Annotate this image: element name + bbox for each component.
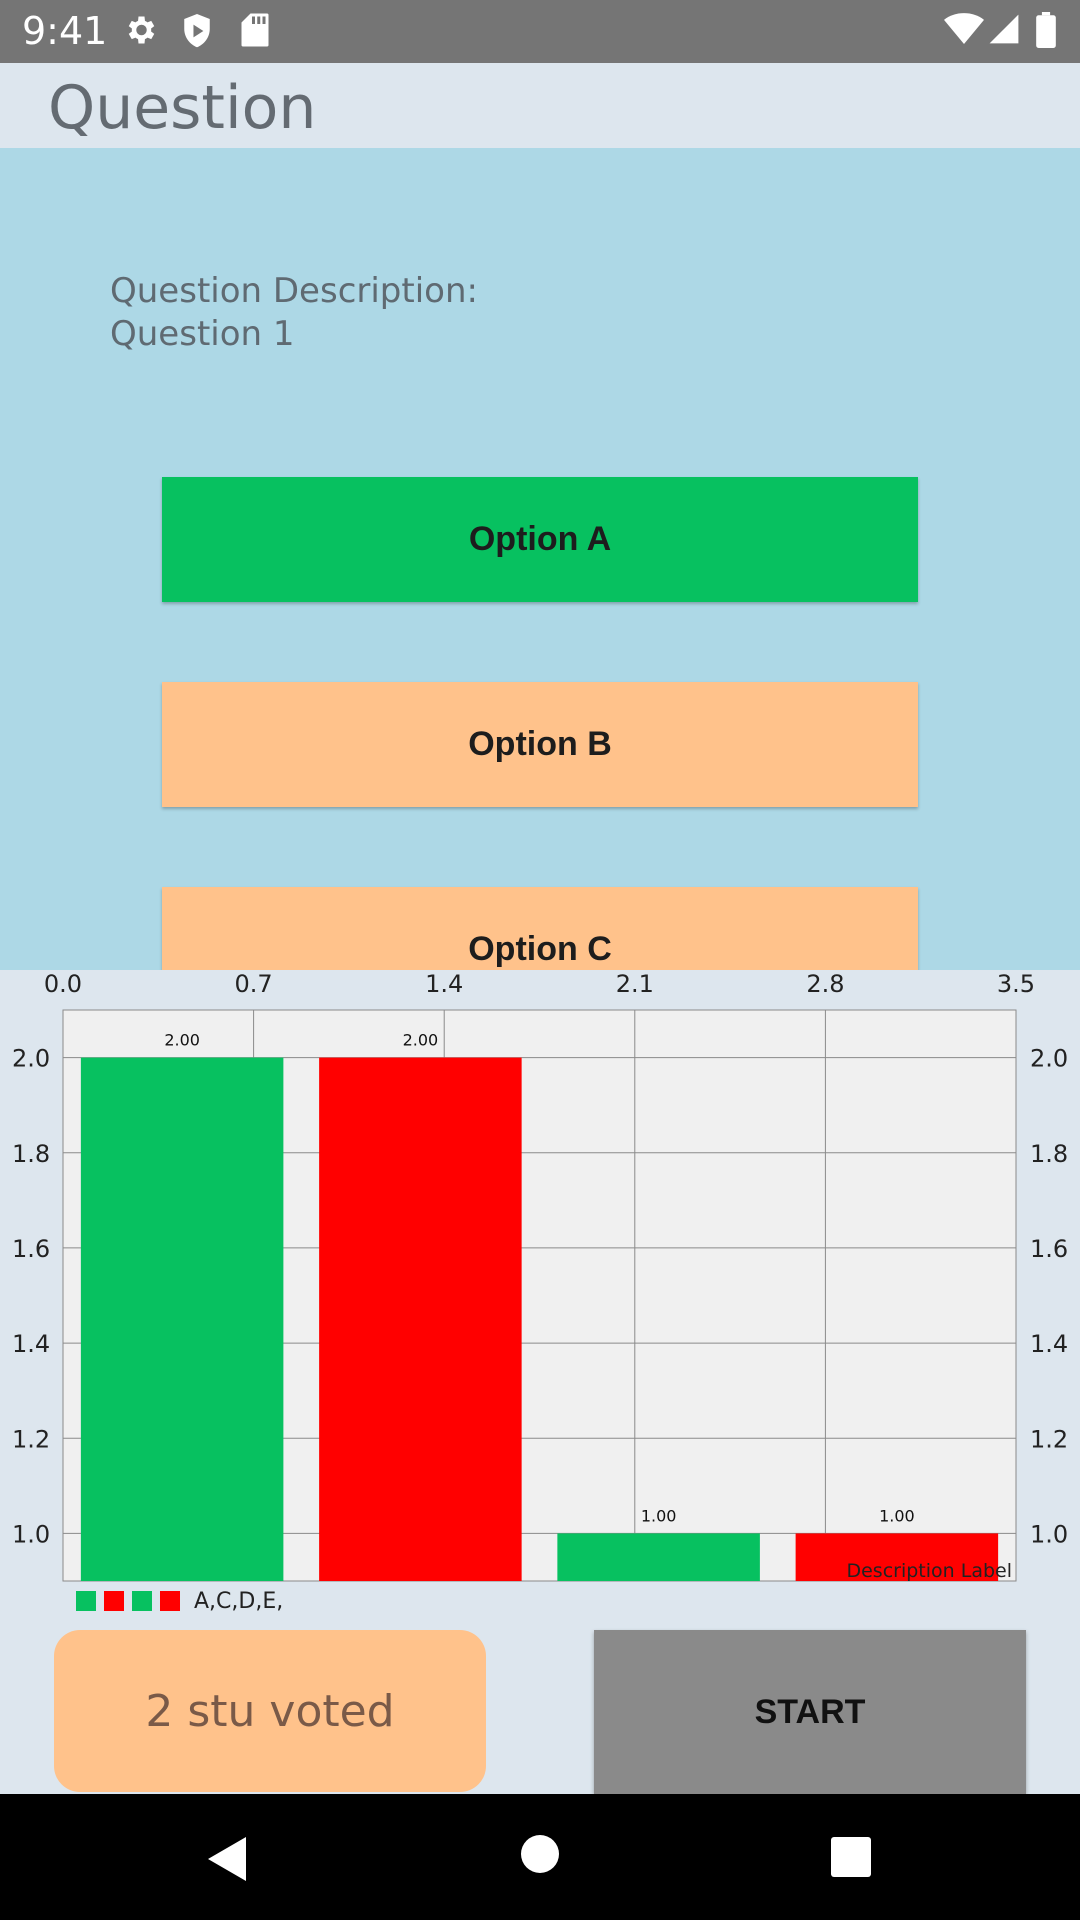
chart-x-tick-label: 0.7 <box>235 970 273 998</box>
results-bar-chart: 0.0 0.7 1.4 2.1 2.8 3.5 1.0 1.0 1.2 1.2 1.4 1.4 1.6 1… <box>12 970 1068 1582</box>
back-icon[interactable] <box>204 1834 250 1884</box>
status-time: 9:41 <box>22 9 108 53</box>
legend-swatch <box>132 1591 152 1611</box>
question-description-text: Question 1 <box>110 314 295 354</box>
chart-y-tick-label-right: 1.6 <box>1030 1235 1068 1263</box>
chart-y-tick-label-right: 2.0 <box>1030 1045 1068 1073</box>
chart-x-tick-label: 0.0 <box>44 970 82 998</box>
chart-x-tick-label: 2.8 <box>806 970 844 998</box>
question-description-label: Question Description: <box>110 271 478 311</box>
chart-bar <box>80 1057 284 1581</box>
chart-y-tick-label-right: 1.4 <box>1030 1330 1068 1358</box>
chart-legend: A,C,D,E, <box>76 1588 284 1614</box>
chart-y-tick-label-left: 2.0 <box>12 1045 50 1073</box>
chart-x-tick-label: 1.4 <box>425 970 463 998</box>
option-a-button[interactable]: Option A <box>162 477 918 602</box>
chart-y-tick-label-left: 1.8 <box>12 1140 50 1168</box>
recents-icon[interactable] <box>831 1837 871 1877</box>
chart-bar <box>319 1057 522 1581</box>
question-description: Question Description: Question 1 <box>110 270 478 356</box>
wifi-icon <box>944 13 984 44</box>
question-panel: Question Description: Question 1 Option … <box>0 148 1080 970</box>
chart-x-tick-label: 2.1 <box>616 970 654 998</box>
navigation-bar <box>0 1794 1080 1920</box>
chart-y-tick-label-right: 1.2 <box>1030 1425 1068 1453</box>
chart-bar-value-label: 2.00 <box>164 1031 200 1050</box>
chart-y-tick-label-left: 1.0 <box>12 1520 50 1548</box>
option-b-button[interactable]: Option B <box>162 682 918 807</box>
legend-label: A,C,D,E, <box>194 1588 284 1614</box>
start-button[interactable]: START <box>594 1630 1026 1794</box>
chart-bar <box>557 1533 760 1581</box>
chart-bar-value-label: 1.00 <box>879 1506 915 1525</box>
status-bar: 9:41 <box>0 0 1080 63</box>
gear-icon <box>128 16 155 44</box>
shield-icon <box>184 14 210 48</box>
option-c-button[interactable]: Option C <box>162 887 918 970</box>
legend-swatch <box>76 1591 96 1611</box>
signal-icon <box>989 14 1019 44</box>
voted-count-badge: 2 stu voted <box>54 1630 486 1792</box>
chart-description-label: Description Label <box>846 1560 1012 1582</box>
page-title: Question <box>48 73 317 143</box>
app-bar: Question <box>0 63 1080 148</box>
chart-y-tick-label-right: 1.8 <box>1030 1140 1068 1168</box>
chart-y-tick-label-left: 1.6 <box>12 1235 50 1263</box>
chart-bar-value-label: 2.00 <box>403 1031 439 1050</box>
home-icon[interactable] <box>520 1834 560 1874</box>
chart-y-tick-label-right: 1.0 <box>1030 1520 1068 1548</box>
chart-y-tick-label-left: 1.4 <box>12 1330 50 1358</box>
legend-swatch <box>160 1591 180 1611</box>
battery-icon <box>1036 12 1056 48</box>
chart-bar-value-label: 1.00 <box>641 1506 677 1525</box>
chart-x-tick-label: 3.5 <box>997 970 1035 998</box>
legend-swatch <box>104 1591 124 1611</box>
chart-y-tick-label-left: 1.2 <box>12 1425 50 1453</box>
sd-card-icon <box>241 13 269 47</box>
